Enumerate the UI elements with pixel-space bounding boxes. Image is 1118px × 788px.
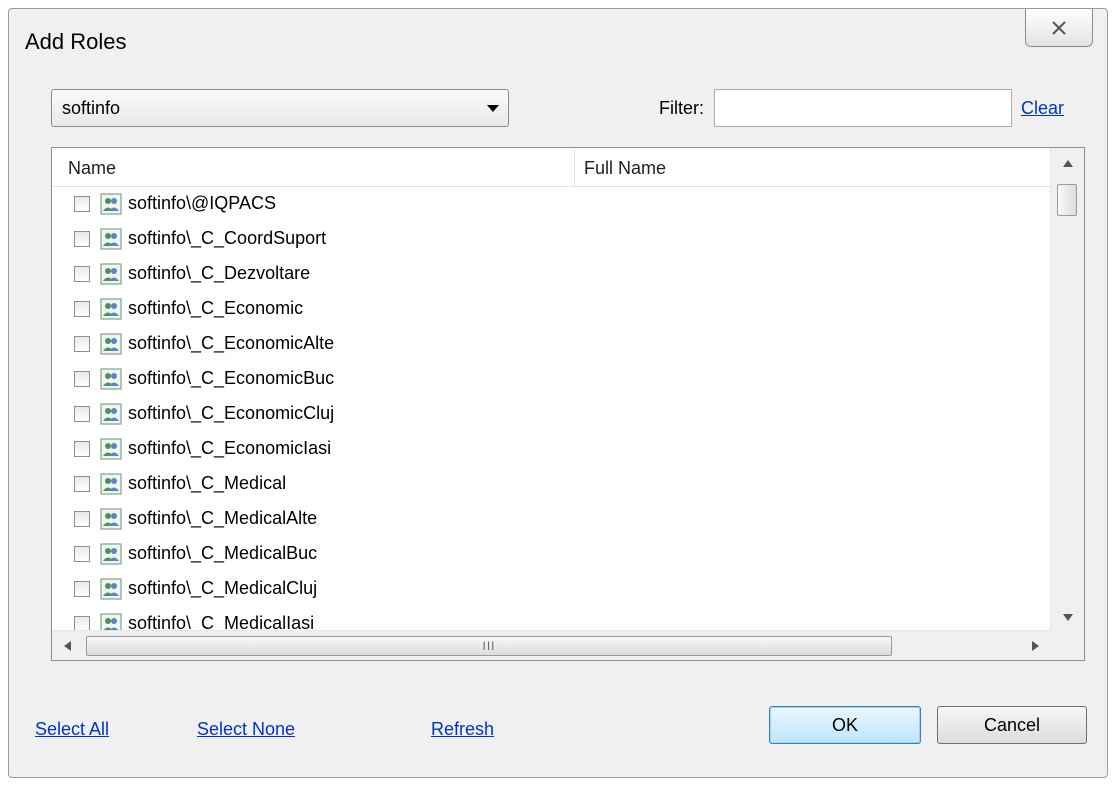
role-group-icon	[100, 263, 122, 284]
row-name: softinfo\_C_EconomicIasi	[128, 438, 332, 458]
row-checkbox[interactable]	[74, 230, 90, 247]
row-checkbox[interactable]	[74, 335, 90, 352]
dropdown-arrow	[478, 103, 508, 113]
row-checkbox[interactable]	[74, 300, 90, 317]
column-divider[interactable]	[574, 148, 575, 186]
domain-dropdown-value: softinfo	[62, 97, 121, 118]
row-name: softinfo\_C_MedicalCluj	[128, 578, 318, 598]
column-header-name[interactable]: Name	[68, 158, 116, 179]
role-group-icon	[100, 193, 122, 214]
horizontal-scrollbar[interactable]: III	[52, 630, 1050, 660]
arrow-down-icon	[1062, 613, 1073, 621]
scroll-grip: III	[482, 639, 496, 653]
filter-label: Filter:	[659, 98, 704, 118]
close-icon	[1052, 20, 1066, 35]
role-group-icon	[100, 508, 122, 529]
list-item[interactable]: softinfo\_C_MedicalCluj	[52, 571, 1050, 606]
row-name: softinfo\_C_EconomicBuc	[128, 368, 335, 388]
role-group-icon	[100, 368, 122, 389]
list-item[interactable]: softinfo\@IQPACS	[52, 186, 1050, 221]
arrow-up-icon	[1062, 159, 1073, 167]
add-roles-dialog: Add Roles softinfo Filter: Clear Name Fu…	[8, 8, 1108, 778]
role-group-icon	[100, 578, 122, 599]
list-item[interactable]: softinfo\_C_Economic	[52, 291, 1050, 326]
row-checkbox[interactable]	[74, 265, 90, 282]
scroll-up-button[interactable]	[1051, 148, 1084, 178]
role-group-icon	[100, 333, 122, 354]
horizontal-scroll-thumb[interactable]: III	[86, 636, 892, 656]
clear-link[interactable]: Clear	[1021, 98, 1064, 119]
role-group-icon	[100, 438, 122, 459]
list-item[interactable]: softinfo\_C_EconomicCluj	[52, 396, 1050, 431]
role-group-icon	[100, 473, 122, 494]
row-name: softinfo\@IQPACS	[128, 193, 276, 213]
row-name: softinfo\_C_EconomicCluj	[128, 403, 335, 423]
row-checkbox[interactable]	[74, 370, 90, 387]
scrollbar-corner	[1050, 630, 1084, 660]
row-name: softinfo\_C_Medical	[128, 473, 287, 493]
scroll-right-button[interactable]	[1020, 631, 1050, 660]
row-name: softinfo\_C_MedicalAlte	[128, 508, 318, 528]
list-item[interactable]: softinfo\_C_MedicalIasi	[52, 606, 1050, 632]
select-all-link[interactable]: Select All	[35, 719, 109, 740]
list-item[interactable]: softinfo\_C_Medical	[52, 466, 1050, 501]
list-item[interactable]: softinfo\_C_CoordSuport	[52, 221, 1050, 256]
row-checkbox[interactable]	[74, 405, 90, 422]
domain-dropdown[interactable]: softinfo	[51, 89, 509, 127]
vertical-scroll-thumb[interactable]	[1057, 184, 1077, 216]
row-name: softinfo\_C_Dezvoltare	[128, 263, 311, 283]
row-name: softinfo\_C_MedicalBuc	[128, 543, 318, 563]
row-checkbox[interactable]	[74, 510, 90, 527]
list-item[interactable]: softinfo\_C_EconomicIasi	[52, 431, 1050, 466]
list-item[interactable]: softinfo\_C_Dezvoltare	[52, 256, 1050, 291]
list-item[interactable]: softinfo\_C_MedicalBuc	[52, 536, 1050, 571]
list-item[interactable]: softinfo\_C_MedicalAlte	[52, 501, 1050, 536]
row-checkbox[interactable]	[74, 195, 90, 212]
scroll-down-button[interactable]	[1051, 602, 1084, 632]
roles-list: Name Full Name softinfo\@IQPACS softinfo\…	[51, 147, 1085, 661]
row-checkbox[interactable]	[74, 580, 90, 597]
vertical-scrollbar[interactable]	[1050, 148, 1084, 632]
role-group-icon	[100, 228, 122, 249]
role-group-icon	[100, 298, 122, 319]
role-group-icon	[100, 543, 122, 564]
row-name: softinfo\_C_CoordSuport	[128, 228, 327, 248]
arrow-left-icon	[63, 640, 71, 651]
dialog-title: Add Roles	[25, 29, 127, 54]
row-name: softinfo\_C_EconomicAlte	[128, 333, 335, 353]
chevron-down-icon	[487, 105, 499, 112]
list-item[interactable]: softinfo\_C_EconomicAlte	[52, 326, 1050, 361]
row-checkbox[interactable]	[74, 440, 90, 457]
ok-button[interactable]: OK	[769, 706, 921, 744]
refresh-link[interactable]: Refresh	[431, 719, 494, 740]
close-button[interactable]	[1025, 9, 1093, 47]
list-item[interactable]: softinfo\_C_EconomicBuc	[52, 361, 1050, 396]
row-name: softinfo\_C_Economic	[128, 298, 304, 318]
role-group-icon	[100, 403, 122, 424]
select-none-link[interactable]: Select None	[197, 719, 295, 740]
row-checkbox[interactable]	[74, 545, 90, 562]
list-rows: softinfo\@IQPACS softinfo\_C_CoordSuports…	[52, 186, 1050, 632]
column-header-full-name[interactable]: Full Name	[584, 158, 666, 179]
list-header: Name Full Name	[52, 148, 1050, 187]
arrow-right-icon	[1031, 640, 1039, 651]
scroll-left-button[interactable]	[52, 631, 82, 660]
row-checkbox[interactable]	[74, 475, 90, 492]
filter-input[interactable]	[714, 89, 1012, 127]
cancel-button[interactable]: Cancel	[937, 706, 1087, 744]
